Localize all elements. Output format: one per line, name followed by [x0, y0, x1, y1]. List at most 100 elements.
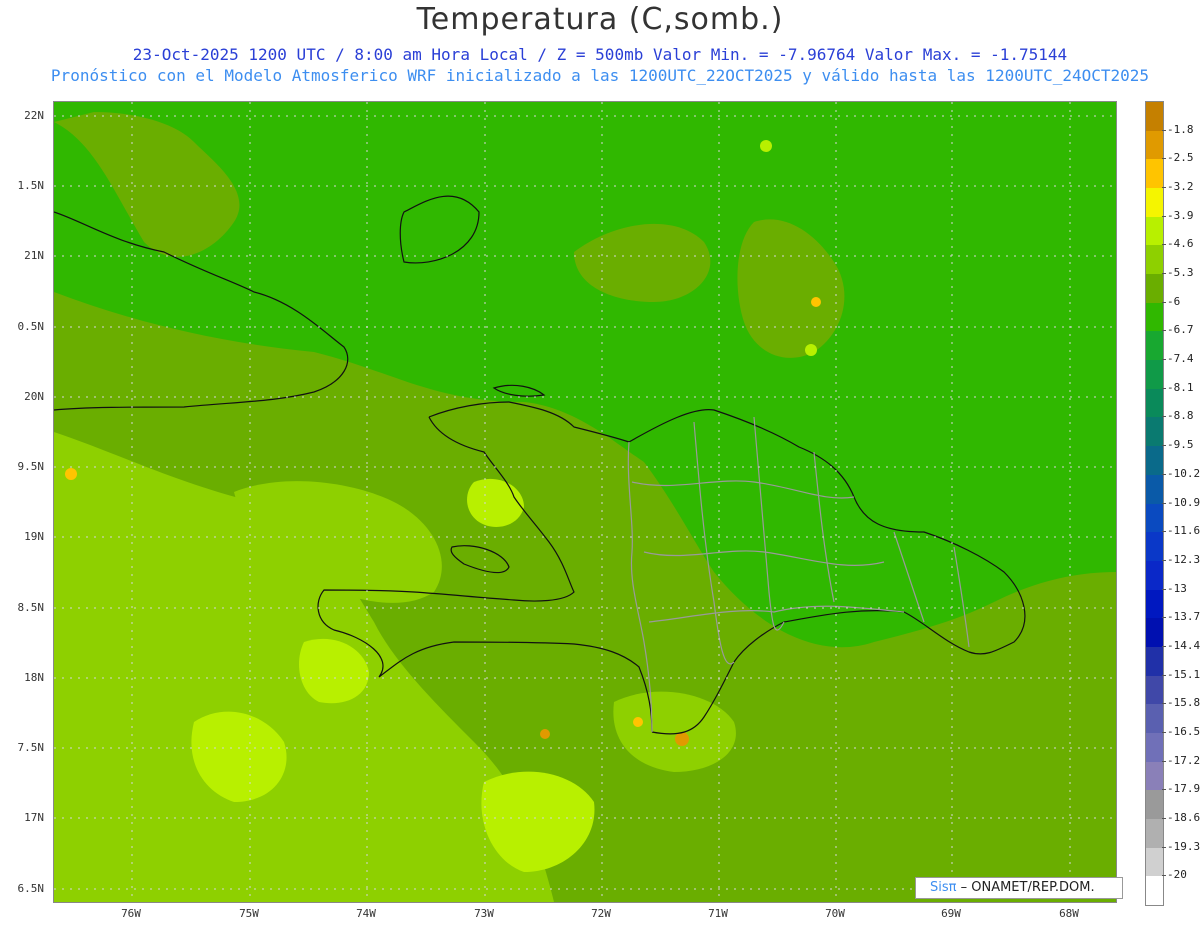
colorbar-tick [1162, 129, 1166, 131]
colorbar-label: -1.8 [1167, 122, 1194, 136]
colorbar-tick [1162, 416, 1166, 418]
colorbar-cell [1146, 704, 1163, 734]
map-subtitle-time: 23-Oct-2025 1200 UTC / 8:00 am Hora Loca… [132, 45, 1068, 64]
colorbar-label: -5.3 [1167, 266, 1194, 280]
map-subtitle-model: Pronóstico con el Modelo Atmosferico WRF… [50, 66, 1150, 85]
colorbar-cell [1146, 790, 1163, 820]
field-hotspot-7 [805, 344, 817, 356]
colorbar-label: -4.6 [1167, 237, 1194, 251]
colorbar-cell [1146, 446, 1163, 476]
colorbar-cell [1146, 646, 1163, 676]
colorbar-tick [1162, 445, 1166, 447]
colorbar-label: -15.8 [1167, 696, 1200, 710]
colorbar-cell [1146, 188, 1163, 218]
logo-text: – ONAMET/REP.DOM. [956, 880, 1095, 895]
lat-label-21-5n: 1.5N [17, 179, 45, 192]
colorbar-tick [1162, 617, 1166, 619]
colorbar-tick [1162, 359, 1166, 361]
colorbar-cell [1146, 503, 1163, 533]
colorbar-cell [1146, 532, 1163, 562]
sispi-brand: Sisπ [930, 880, 957, 895]
colorbar-tick [1162, 760, 1166, 762]
lat-label-22n: 22N [24, 109, 44, 122]
colorbar-label: -17.9 [1167, 782, 1200, 796]
colorbar-tick [1162, 502, 1166, 504]
temperature-map [53, 101, 1117, 903]
colorbar-label: -18.6 [1167, 810, 1200, 824]
colorbar-tick [1162, 645, 1166, 647]
colorbar-cell [1146, 245, 1163, 275]
lon-label-70w: 70W [825, 907, 845, 920]
colorbar-label: -13.7 [1167, 610, 1200, 624]
field-hotspot-3 [675, 732, 689, 746]
colorbar-cell [1146, 130, 1163, 160]
colorbar-label: -14.4 [1167, 638, 1200, 652]
lon-label-69w: 69W [941, 907, 961, 920]
colorbar-cell [1146, 675, 1163, 705]
colorbar-cell [1146, 159, 1163, 189]
colorbar-label: -11.6 [1167, 524, 1200, 538]
colorbar-tick [1162, 588, 1166, 590]
colorbar-cell [1146, 589, 1163, 619]
map-svg [54, 102, 1116, 902]
colorbar-label: -8.1 [1167, 380, 1194, 394]
colorbar-cell [1146, 302, 1163, 332]
colorbar-tick [1162, 731, 1166, 733]
colorbar-tick [1162, 875, 1166, 877]
colorbar-label: -15.1 [1167, 667, 1200, 681]
colorbar-tick [1162, 473, 1166, 475]
colorbar [1145, 101, 1164, 906]
lon-label-74w: 74W [356, 907, 376, 920]
colorbar-tick [1162, 215, 1166, 217]
lon-label-73w: 73W [474, 907, 494, 920]
map-title: Temperatura (C,somb.) [416, 2, 784, 37]
colorbar-cell [1146, 274, 1163, 304]
colorbar-cell [1146, 876, 1163, 906]
colorbar-tick [1162, 387, 1166, 389]
colorbar-cell [1146, 847, 1163, 877]
colorbar-label: -8.8 [1167, 409, 1194, 423]
colorbar-label: -9.5 [1167, 438, 1194, 452]
lon-label-75w: 75W [239, 907, 259, 920]
colorbar-label: -17.2 [1167, 753, 1200, 767]
colorbar-cell [1146, 560, 1163, 590]
colorbar-cell [1146, 331, 1163, 361]
colorbar-tick [1162, 674, 1166, 676]
field-hotspot-4 [540, 729, 550, 739]
colorbar-cell [1146, 216, 1163, 246]
field-hotspot-5 [633, 717, 643, 727]
colorbar-label: -12.3 [1167, 552, 1200, 566]
colorbar-label: -10.9 [1167, 495, 1200, 509]
colorbar-label: -13 [1167, 581, 1187, 595]
lat-label-17n: 17N [24, 811, 44, 824]
colorbar-label: -10.2 [1167, 466, 1200, 480]
colorbar-cell [1146, 102, 1163, 131]
lon-label-71w: 71W [708, 907, 728, 920]
lat-label-19n: 19N [24, 530, 44, 543]
colorbar-tick [1162, 330, 1166, 332]
colorbar-label: -6 [1167, 294, 1181, 308]
colorbar-label: -2.5 [1167, 151, 1194, 165]
colorbar-label: -6.7 [1167, 323, 1194, 337]
field-hotspot-2 [811, 297, 821, 307]
colorbar-label: -20 [1167, 868, 1187, 882]
colorbar-cell [1146, 818, 1163, 848]
colorbar-cell [1146, 388, 1163, 418]
colorbar-tick [1162, 703, 1166, 705]
colorbar-label: -3.2 [1167, 180, 1194, 194]
lat-label-20n: 20N [24, 390, 44, 403]
colorbar-tick [1162, 244, 1166, 246]
colorbar-label: -7.4 [1167, 352, 1194, 366]
colorbar-tick [1162, 301, 1166, 303]
colorbar-cell [1146, 360, 1163, 390]
lat-label-18n: 18N [24, 671, 44, 684]
colorbar-label: -16.5 [1167, 724, 1200, 738]
onamet-logo: Sisπ – ONAMET/REP.DOM. [915, 877, 1123, 899]
colorbar-label: -19.3 [1167, 839, 1200, 853]
colorbar-cell [1146, 618, 1163, 648]
lat-label-21n: 21N [24, 249, 44, 262]
colorbar-tick [1162, 158, 1166, 160]
colorbar-label: -3.9 [1167, 208, 1194, 222]
field-hotspot-1 [65, 468, 77, 480]
colorbar-cell [1146, 732, 1163, 762]
